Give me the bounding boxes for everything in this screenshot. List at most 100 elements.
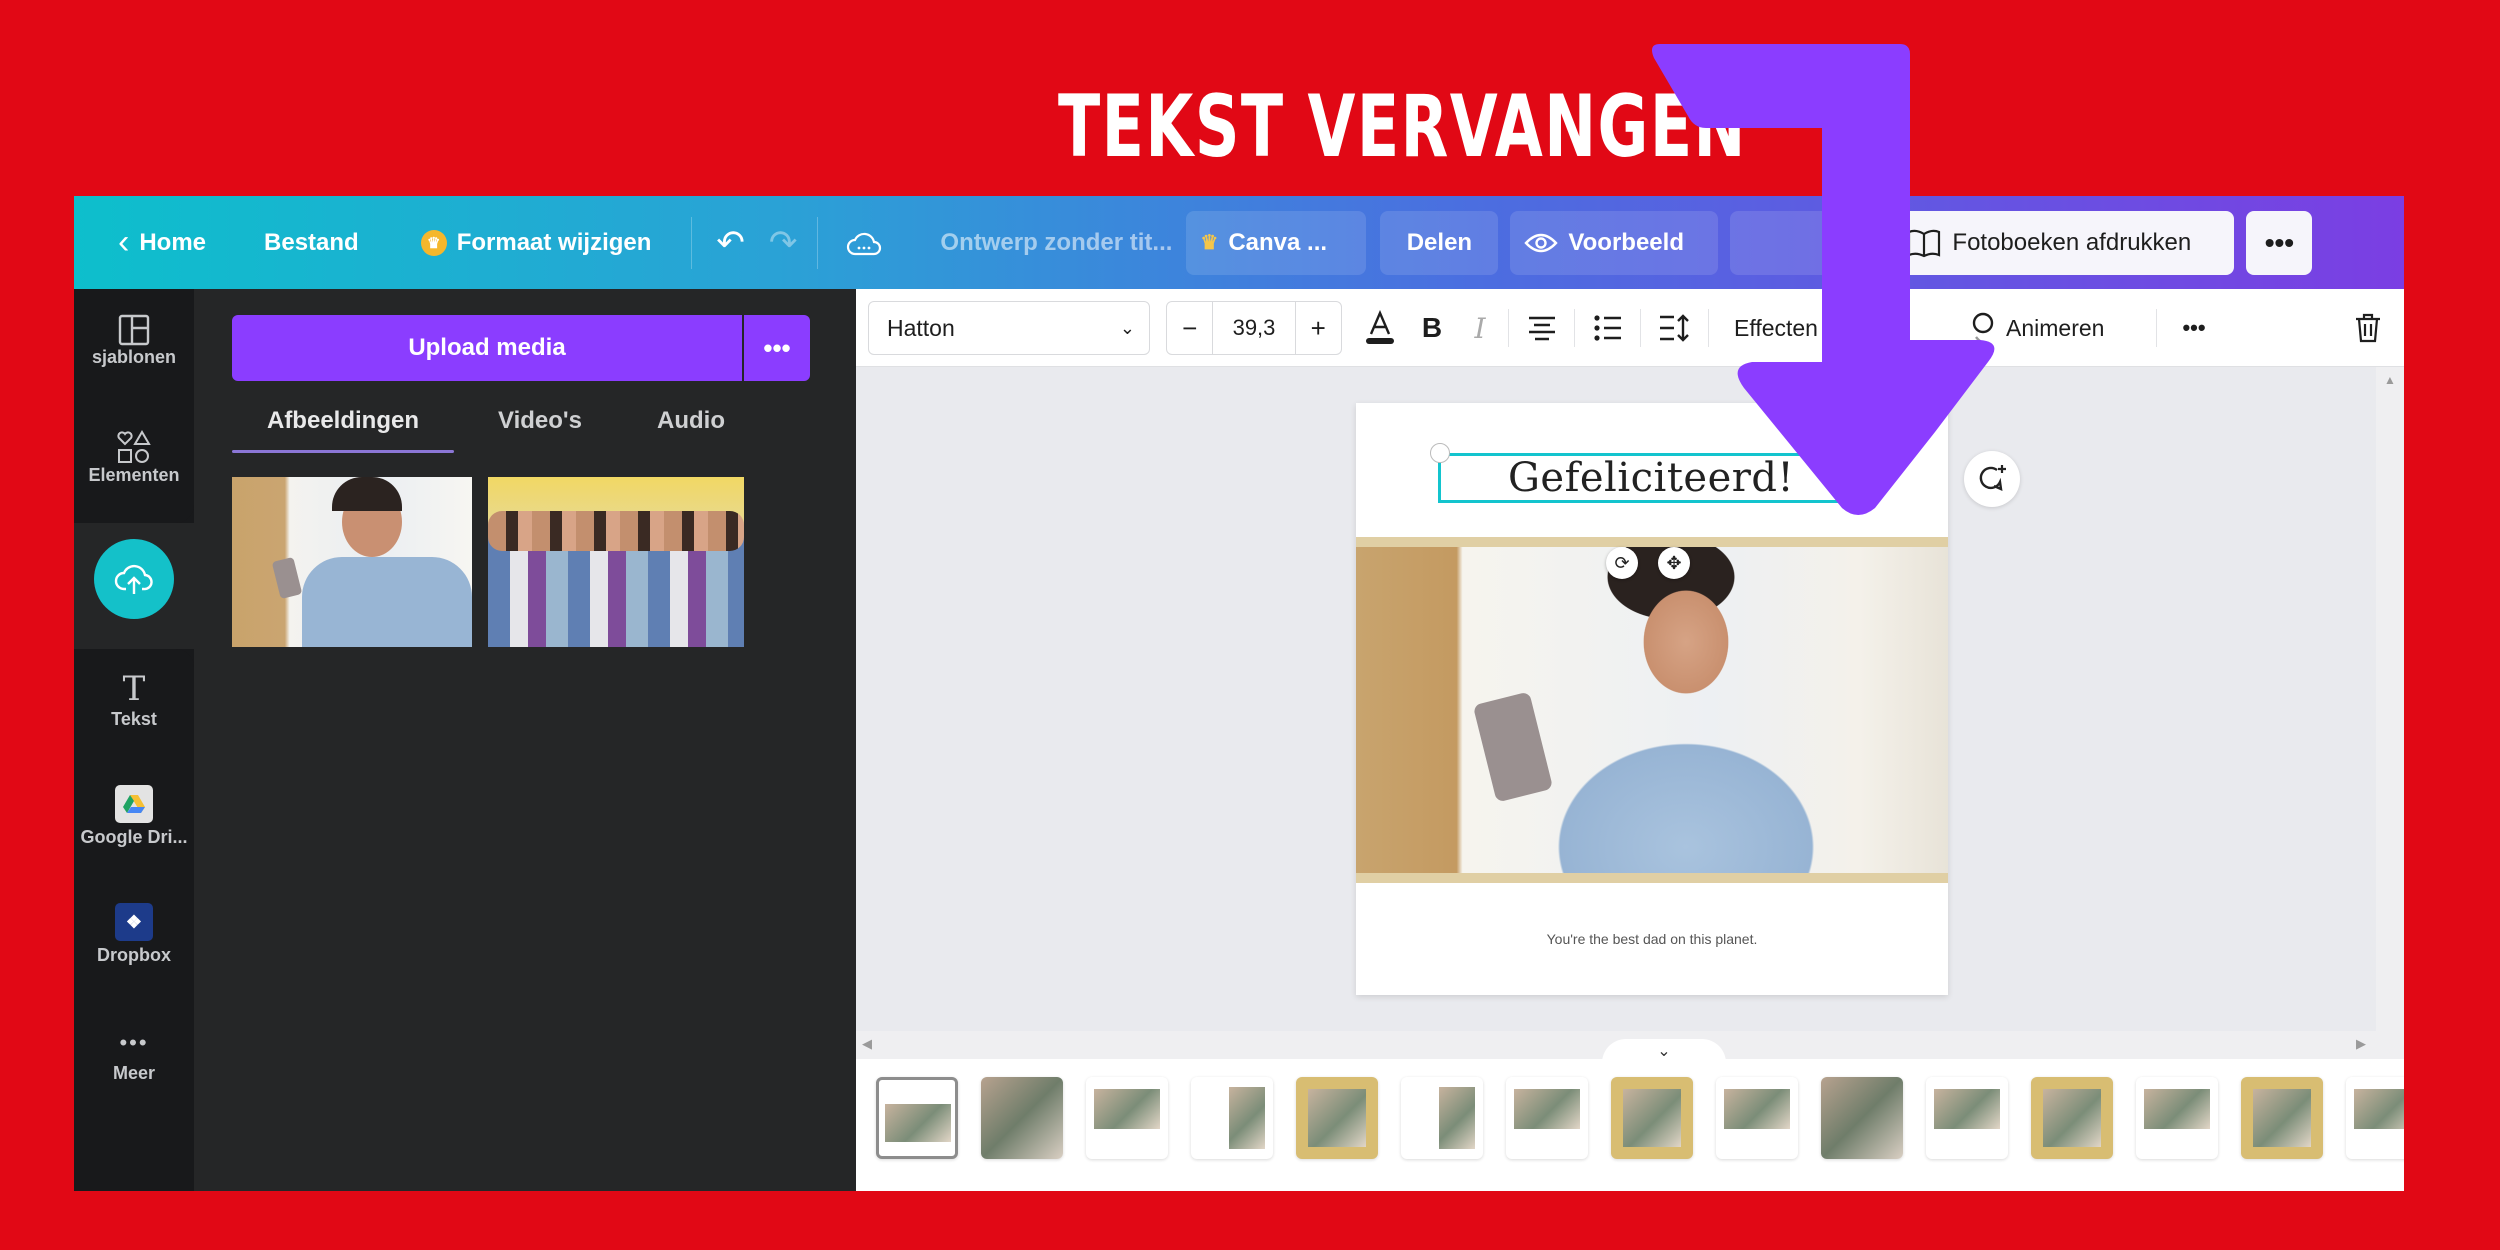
- cloud-sync-button[interactable]: [832, 211, 896, 275]
- top-bar: ‹ Home Bestand ♛ Formaat wijzigen ↶ ↷ On…: [74, 196, 2404, 289]
- canva-pro-button[interactable]: ♛ Canva ...: [1186, 210, 1367, 275]
- list-button[interactable]: [1586, 301, 1630, 355]
- scroll-left-icon: ◀: [862, 1036, 872, 1051]
- main-photo[interactable]: [1356, 547, 1948, 873]
- page-subtitle-text[interactable]: You're the best dad on this planet.: [1356, 931, 1948, 947]
- templates-icon: [118, 314, 150, 346]
- more-options-button[interactable]: •••: [2246, 210, 2313, 275]
- replace-image-button[interactable]: ⟳: [1606, 547, 1638, 579]
- uploads-panel: Upload media ••• Afbeeldingen Video's Au…: [194, 289, 856, 1191]
- align-center-icon: [1529, 316, 1555, 341]
- rail-item-more[interactable]: ••• Meer: [74, 1023, 194, 1084]
- redo-button[interactable]: ↷: [757, 211, 810, 275]
- page-thumbnail[interactable]: [1401, 1077, 1483, 1159]
- divider: [1708, 309, 1709, 347]
- design-page[interactable]: Gefeliciteerd! ⟳ ✥ You're the best dad o…: [1356, 403, 1948, 995]
- divider: [691, 216, 693, 269]
- tab-audio[interactable]: Audio: [626, 389, 756, 453]
- photo-detail-phone: [1472, 691, 1554, 803]
- rail-label: Google Dri...: [80, 827, 188, 847]
- scroll-right-icon: ▶: [2356, 1036, 2366, 1051]
- align-center-button[interactable]: [1520, 301, 1564, 355]
- page-thumbnail[interactable]: [1506, 1077, 1588, 1159]
- decrease-font-size-button[interactable]: −: [1167, 302, 1212, 354]
- page-thumbnail[interactable]: [1191, 1077, 1273, 1159]
- upload-cloud-icon: [114, 564, 153, 594]
- upload-media-button[interactable]: Upload media: [232, 315, 742, 381]
- page-thumbnail-image: [1934, 1089, 2000, 1129]
- page-thumbnail[interactable]: [1716, 1077, 1798, 1159]
- page-thumbnail[interactable]: [876, 1077, 958, 1159]
- bold-button[interactable]: B: [1412, 301, 1452, 355]
- text-icon: T: [122, 669, 146, 709]
- comment-add-icon: [1979, 465, 2006, 491]
- spacing-button[interactable]: [1652, 301, 1696, 355]
- chevron-down-icon: ⌄: [1657, 1043, 1671, 1060]
- text-color-button[interactable]: [1358, 301, 1402, 355]
- page-thumbnail[interactable]: [1821, 1077, 1903, 1159]
- share-button[interactable]: Delen: [1380, 210, 1499, 275]
- italic-icon: I: [1474, 311, 1486, 345]
- resize-button[interactable]: ♛ Formaat wijzigen: [407, 211, 666, 275]
- move-image-button[interactable]: ✥: [1658, 547, 1690, 579]
- rail-item-text[interactable]: T Tekst: [74, 669, 194, 730]
- rail-item-dropbox[interactable]: ❖ Dropbox: [74, 903, 194, 966]
- page-thumbnail[interactable]: [1296, 1077, 1378, 1159]
- uploaded-image-man-with-phone[interactable]: [232, 477, 472, 647]
- add-comment-button[interactable]: [1964, 451, 2020, 507]
- home-button[interactable]: ‹ Home: [104, 211, 220, 275]
- rail-item-uploads[interactable]: [94, 539, 174, 619]
- rail-label: sjablonen: [91, 347, 176, 367]
- animate-button[interactable]: Animeren: [1970, 301, 2140, 355]
- upload-more-button[interactable]: •••: [744, 315, 810, 381]
- download-button[interactable]: [1730, 210, 1881, 275]
- vertical-scrollbar[interactable]: ▲ ▼: [2376, 367, 2404, 1107]
- increase-font-size-button[interactable]: +: [1296, 302, 1341, 354]
- page-thumbnail[interactable]: [2031, 1077, 2113, 1159]
- page-thumbnail-image: [1308, 1089, 1366, 1147]
- crown-icon: ♛: [420, 229, 447, 256]
- selected-text-box[interactable]: Gefeliciteerd!: [1438, 453, 1864, 503]
- design-title-input[interactable]: Ontwerp zonder tit...: [926, 211, 1186, 275]
- animate-icon: [1972, 312, 1994, 345]
- preview-label: Voorbeeld: [1568, 228, 1684, 256]
- animate-label: Animeren: [2006, 314, 2105, 341]
- eye-icon: [1524, 233, 1559, 252]
- undo-button[interactable]: ↶: [704, 211, 757, 275]
- italic-button[interactable]: I: [1460, 301, 1500, 355]
- rail-label: Elementen: [88, 465, 180, 485]
- print-photobooks-button[interactable]: Fotoboeken afdrukken: [1892, 210, 2235, 275]
- page-thumbnail[interactable]: [2346, 1077, 2404, 1159]
- image-detail: [488, 537, 744, 647]
- more-toolbar-button[interactable]: •••: [2172, 301, 2216, 355]
- font-family-dropdown[interactable]: Hatton ⌄: [868, 301, 1150, 355]
- preview-button[interactable]: Voorbeeld: [1510, 210, 1719, 275]
- banner-title: TEKST VERVANGEN: [1058, 77, 1747, 177]
- home-label: Home: [139, 228, 207, 256]
- rotate-handle[interactable]: [1430, 443, 1450, 463]
- page-thumbnail[interactable]: [2241, 1077, 2323, 1159]
- effects-button[interactable]: Effecten: [1734, 301, 1844, 355]
- page-thumbnail[interactable]: [1926, 1077, 2008, 1159]
- page-thumbnail-image: [1514, 1089, 1580, 1129]
- dropbox-icon: ❖: [115, 903, 153, 941]
- tab-images[interactable]: Afbeeldingen: [232, 389, 454, 453]
- page-thumbnail[interactable]: [2136, 1077, 2218, 1159]
- file-menu-button[interactable]: Bestand: [250, 211, 373, 275]
- rail-item-elements[interactable]: Elementen: [74, 429, 194, 486]
- page-thumbnail[interactable]: [981, 1077, 1063, 1159]
- tab-videos[interactable]: Video's: [470, 389, 610, 453]
- rail-item-templates[interactable]: sjablonen: [74, 313, 194, 368]
- scroll-up-icon: ▲: [2384, 373, 2396, 387]
- page-title-text[interactable]: Gefeliciteerd!: [1508, 455, 1794, 501]
- rail-item-google-drive[interactable]: Google Dri...: [74, 785, 194, 848]
- uploaded-image-group-of-teens[interactable]: [488, 477, 744, 647]
- page-thumbnail[interactable]: [1086, 1077, 1168, 1159]
- resize-handle[interactable]: [1856, 465, 1870, 491]
- delete-button[interactable]: [2346, 301, 2390, 355]
- page-thumbnail-image: [1439, 1087, 1475, 1149]
- canva-pro-label: Canva ...: [1228, 228, 1328, 256]
- page-thumbnail[interactable]: [1611, 1077, 1693, 1159]
- font-size-input[interactable]: 39,3: [1212, 302, 1296, 354]
- page-thumbnail-image: [2043, 1089, 2101, 1147]
